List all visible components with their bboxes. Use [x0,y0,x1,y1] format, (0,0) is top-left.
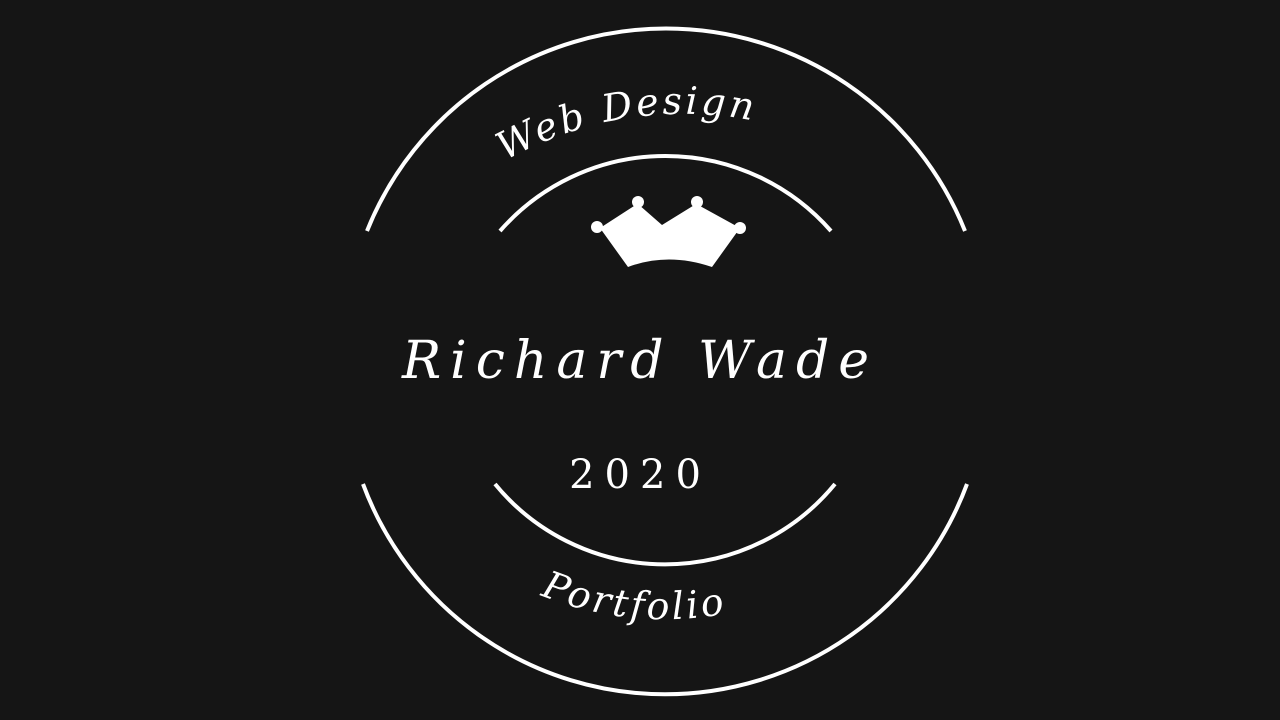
outer-ring-top-arc [365,26,967,232]
top-arc-text: Web Design [489,79,760,169]
inner-ring-top-arc [498,154,833,233]
bottom-arc-text: Portfolio [536,562,730,628]
owner-name: Richard Wade [401,331,879,391]
year-label: 2020 [569,452,711,498]
crown-icon [591,196,746,267]
